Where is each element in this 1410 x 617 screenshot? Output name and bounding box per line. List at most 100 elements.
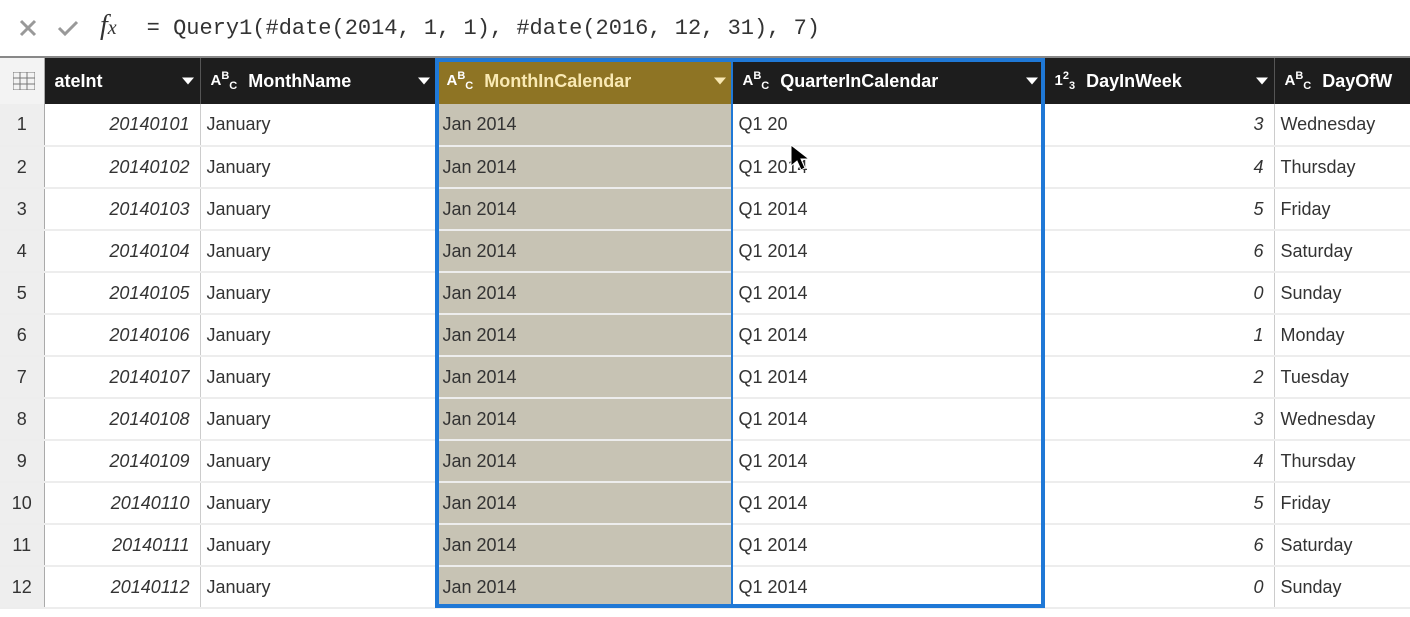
table-row[interactable]: 320140103JanuaryJan 2014Q1 20145Friday [0, 188, 1410, 230]
cell-dateint[interactable]: 20140112 [44, 566, 200, 608]
row-number[interactable]: 3 [0, 188, 44, 230]
table-row[interactable]: 620140106JanuaryJan 2014Q1 20141Monday [0, 314, 1410, 356]
cell-dayinweek[interactable]: 4 [1044, 440, 1274, 482]
cell-quarterincalendar[interactable]: Q1 2014 [732, 314, 1044, 356]
row-number[interactable]: 8 [0, 398, 44, 440]
cell-monthname[interactable]: January [200, 566, 436, 608]
row-number[interactable]: 5 [0, 272, 44, 314]
column-header-monthincalendar[interactable]: ABC MonthInCalendar [436, 58, 732, 104]
cell-dayofw[interactable]: Saturday [1274, 230, 1410, 272]
cell-quarterincalendar[interactable]: Q1 2014 [732, 230, 1044, 272]
cell-quarterincalendar[interactable]: Q1 2014 [732, 146, 1044, 188]
filter-dropdown-icon[interactable] [418, 78, 430, 85]
cell-dayofw[interactable]: Friday [1274, 482, 1410, 524]
table-row[interactable]: 920140109JanuaryJan 2014Q1 20144Thursday [0, 440, 1410, 482]
table-row[interactable]: 520140105JanuaryJan 2014Q1 20140Sunday [0, 272, 1410, 314]
cell-monthincalendar[interactable]: Jan 2014 [436, 146, 732, 188]
table-row[interactable]: 1020140110JanuaryJan 2014Q1 20145Friday [0, 482, 1410, 524]
row-number[interactable]: 9 [0, 440, 44, 482]
cell-quarterincalendar[interactable]: Q1 20 [732, 104, 1044, 146]
cell-dayofw[interactable]: Thursday [1274, 440, 1410, 482]
cell-dayofw[interactable]: Sunday [1274, 272, 1410, 314]
cell-monthincalendar[interactable]: Jan 2014 [436, 314, 732, 356]
cell-monthincalendar[interactable]: Jan 2014 [436, 272, 732, 314]
cell-dateint[interactable]: 20140110 [44, 482, 200, 524]
table-row[interactable]: 220140102JanuaryJan 2014Q1 20144Thursday [0, 146, 1410, 188]
table-row[interactable]: 120140101JanuaryJan 2014Q1 203Wednesday [0, 104, 1410, 146]
column-header-quarterincalendar[interactable]: ABC QuarterInCalendar [732, 58, 1044, 104]
cell-monthincalendar[interactable]: Jan 2014 [436, 524, 732, 566]
row-number[interactable]: 4 [0, 230, 44, 272]
table-row[interactable]: 820140108JanuaryJan 2014Q1 20143Wednesda… [0, 398, 1410, 440]
cell-monthname[interactable]: January [200, 230, 436, 272]
cell-dayinweek[interactable]: 3 [1044, 104, 1274, 146]
cell-monthincalendar[interactable]: Jan 2014 [436, 482, 732, 524]
row-number[interactable]: 2 [0, 146, 44, 188]
cell-dateint[interactable]: 20140105 [44, 272, 200, 314]
cell-monthname[interactable]: January [200, 146, 436, 188]
table-row[interactable]: 1220140112JanuaryJan 2014Q1 20140Sunday [0, 566, 1410, 608]
filter-dropdown-icon[interactable] [714, 78, 726, 85]
accept-formula-button[interactable] [48, 8, 88, 48]
filter-dropdown-icon[interactable] [1256, 78, 1268, 85]
column-header-dateint[interactable]: ateInt [44, 58, 200, 104]
cell-quarterincalendar[interactable]: Q1 2014 [732, 482, 1044, 524]
cell-monthname[interactable]: January [200, 314, 436, 356]
cell-monthincalendar[interactable]: Jan 2014 [436, 356, 732, 398]
cell-dayinweek[interactable]: 0 [1044, 566, 1274, 608]
cell-dayinweek[interactable]: 2 [1044, 356, 1274, 398]
cell-quarterincalendar[interactable]: Q1 2014 [732, 188, 1044, 230]
cell-dayofw[interactable]: Sunday [1274, 566, 1410, 608]
filter-dropdown-icon[interactable] [182, 78, 194, 85]
cell-dateint[interactable]: 20140104 [44, 230, 200, 272]
cell-monthname[interactable]: January [200, 188, 436, 230]
cell-quarterincalendar[interactable]: Q1 2014 [732, 272, 1044, 314]
cell-monthincalendar[interactable]: Jan 2014 [436, 230, 732, 272]
cell-dateint[interactable]: 20140109 [44, 440, 200, 482]
cell-monthincalendar[interactable]: Jan 2014 [436, 104, 732, 146]
cell-monthname[interactable]: January [200, 482, 436, 524]
table-row[interactable]: 1120140111JanuaryJan 2014Q1 20146Saturda… [0, 524, 1410, 566]
cell-monthname[interactable]: January [200, 524, 436, 566]
cell-dayinweek[interactable]: 6 [1044, 230, 1274, 272]
cell-monthincalendar[interactable]: Jan 2014 [436, 188, 732, 230]
cell-monthincalendar[interactable]: Jan 2014 [436, 566, 732, 608]
cell-monthname[interactable]: January [200, 440, 436, 482]
cell-dateint[interactable]: 20140108 [44, 398, 200, 440]
cell-dayofw[interactable]: Friday [1274, 188, 1410, 230]
select-all-corner[interactable] [0, 58, 44, 104]
column-header-dayofw[interactable]: ABC DayOfW [1274, 58, 1410, 104]
cell-dayinweek[interactable]: 0 [1044, 272, 1274, 314]
cell-dayinweek[interactable]: 5 [1044, 188, 1274, 230]
cell-quarterincalendar[interactable]: Q1 2014 [732, 398, 1044, 440]
cell-dateint[interactable]: 20140101 [44, 104, 200, 146]
cell-dateint[interactable]: 20140111 [44, 524, 200, 566]
cell-dayofw[interactable]: Wednesday [1274, 398, 1410, 440]
cell-quarterincalendar[interactable]: Q1 2014 [732, 524, 1044, 566]
cell-dayinweek[interactable]: 1 [1044, 314, 1274, 356]
cell-monthname[interactable]: January [200, 272, 436, 314]
cell-dateint[interactable]: 20140107 [44, 356, 200, 398]
table-row[interactable]: 420140104JanuaryJan 2014Q1 20146Saturday [0, 230, 1410, 272]
cell-dayofw[interactable]: Monday [1274, 314, 1410, 356]
cell-monthincalendar[interactable]: Jan 2014 [436, 440, 732, 482]
row-number[interactable]: 6 [0, 314, 44, 356]
cell-dayofw[interactable]: Wednesday [1274, 104, 1410, 146]
cancel-formula-button[interactable] [8, 8, 48, 48]
column-header-dayinweek[interactable]: 123 DayInWeek [1044, 58, 1274, 104]
formula-input[interactable] [137, 8, 1410, 48]
cell-dayinweek[interactable]: 3 [1044, 398, 1274, 440]
row-number[interactable]: 1 [0, 104, 44, 146]
cell-quarterincalendar[interactable]: Q1 2014 [732, 356, 1044, 398]
row-number[interactable]: 11 [0, 524, 44, 566]
table-row[interactable]: 720140107JanuaryJan 2014Q1 20142Tuesday [0, 356, 1410, 398]
cell-monthname[interactable]: January [200, 398, 436, 440]
row-number[interactable]: 10 [0, 482, 44, 524]
cell-dayinweek[interactable]: 5 [1044, 482, 1274, 524]
cell-quarterincalendar[interactable]: Q1 2014 [732, 566, 1044, 608]
cell-dateint[interactable]: 20140106 [44, 314, 200, 356]
row-number[interactable]: 12 [0, 566, 44, 608]
cell-dayofw[interactable]: Tuesday [1274, 356, 1410, 398]
cell-dateint[interactable]: 20140103 [44, 188, 200, 230]
filter-dropdown-icon[interactable] [1026, 78, 1038, 85]
